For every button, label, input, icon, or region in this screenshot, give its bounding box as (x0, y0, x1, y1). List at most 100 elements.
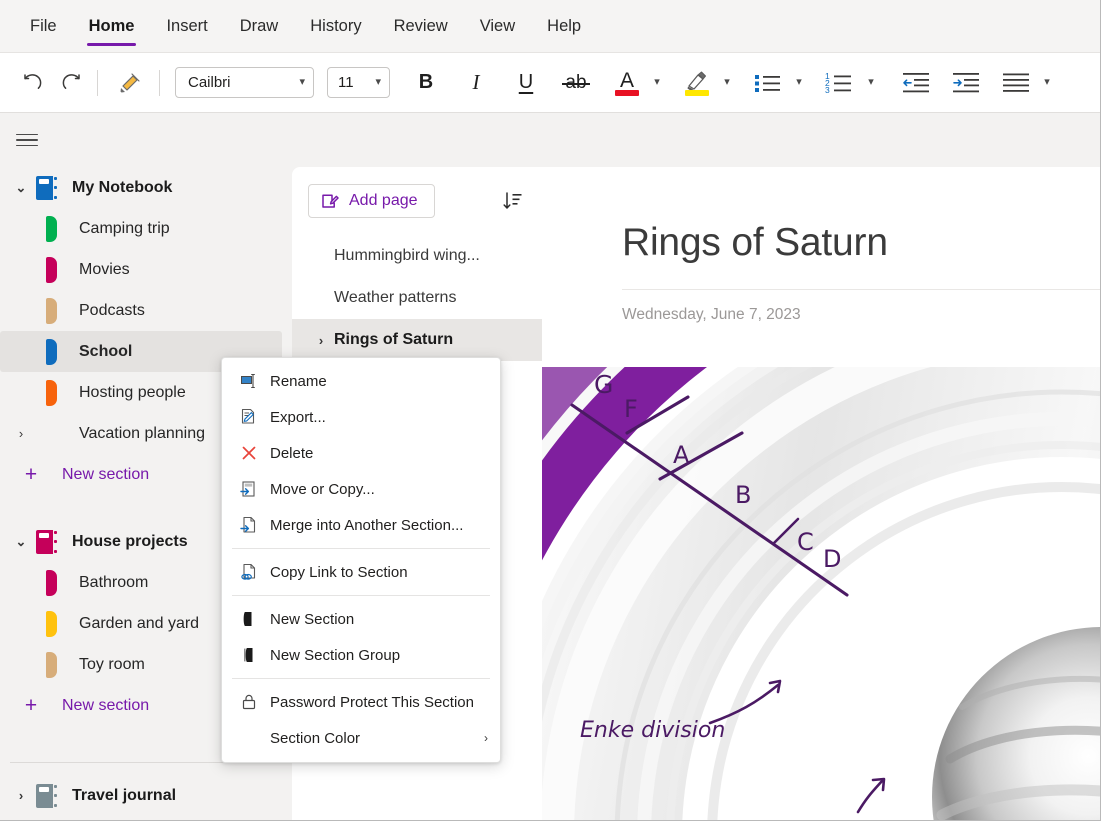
ring-label-D: D (823, 545, 841, 573)
sidebar-spacer (0, 763, 292, 775)
context-menu-item-section-color[interactable]: Section Color› (222, 720, 500, 756)
chevron-right-icon[interactable]: › (308, 334, 334, 347)
ribbon-tab-label: Help (547, 17, 581, 36)
ring-label-B: B (735, 481, 751, 509)
format-painter-button[interactable] (111, 65, 147, 101)
ribbon-tab-label: Insert (166, 17, 207, 36)
context-menu-item-delete[interactable]: Delete (222, 435, 500, 471)
twisty-spacer: › (8, 658, 34, 671)
notebook-icon (34, 174, 60, 202)
ribbon-tab-view[interactable]: View (464, 0, 531, 53)
align-button[interactable] (998, 65, 1034, 101)
context-menu-item-export[interactable]: Export... (222, 399, 500, 435)
ribbon-tab-draw[interactable]: Draw (224, 0, 295, 53)
sidebar-section-row[interactable]: ›Camping trip (0, 208, 292, 249)
ring-label-F: F (624, 395, 638, 423)
section-color-tab (46, 611, 57, 637)
chevron-down-icon[interactable]: ⌄ (8, 181, 34, 194)
add-page-button[interactable]: Add page (308, 184, 435, 218)
undo-button[interactable] (16, 65, 52, 101)
context-menu-item-move-or-copy[interactable]: Move or Copy... (222, 471, 500, 507)
ribbon-tab-history[interactable]: History (294, 0, 377, 53)
chevron-down-icon[interactable]: ⌄ (8, 535, 34, 548)
font-name-select[interactable]: Cailbri ▾ (175, 67, 314, 98)
increase-indent-button[interactable] (948, 65, 984, 101)
context-menu-item-label: Delete (270, 445, 313, 462)
context-menu-item-merge-into-another-section[interactable]: Merge into Another Section... (222, 507, 500, 543)
notebook-icon (34, 782, 60, 810)
page-list-item[interactable]: Weather patterns (292, 277, 542, 319)
highlight-swatch (685, 90, 709, 96)
section-label: Camping trip (79, 220, 170, 238)
ribbon-tab-insert[interactable]: Insert (150, 0, 223, 53)
strikethrough-button[interactable]: ab (554, 65, 598, 101)
font-size-select[interactable]: 11 ▾ (327, 67, 390, 98)
section-label: Bathroom (79, 574, 148, 592)
highlight-dropdown[interactable]: ▾ (714, 77, 740, 88)
page-title[interactable]: Rings of Saturn (622, 221, 888, 265)
font-color-dropdown[interactable]: ▾ (644, 77, 670, 88)
page-date: Wednesday, June 7, 2023 (622, 306, 801, 324)
font-name-value: Cailbri (188, 74, 231, 91)
page-list-item[interactable]: Hummingbird wing... (292, 235, 542, 277)
context-menu-item-rename[interactable]: Rename (222, 363, 500, 399)
context-menu-item-label: Rename (270, 373, 327, 390)
page-canvas: Rings of Saturn Wednesday, June 7, 2023 (542, 167, 1101, 821)
context-menu-separator (232, 595, 490, 596)
context-menu-item-label: Merge into Another Section... (270, 517, 463, 534)
ribbon-tab-home[interactable]: Home (73, 0, 151, 53)
sort-button[interactable] (498, 186, 528, 216)
chevron-right-icon[interactable]: › (8, 789, 34, 802)
ribbon-toolbar: Cailbri ▾ 11 ▾ B I U ab A ▾ (0, 53, 1101, 113)
new-section-label: New section (62, 466, 149, 484)
context-menu-item-password-protect-this-section[interactable]: Password Protect This Section (222, 684, 500, 720)
bullets-button[interactable] (750, 65, 786, 101)
page-list-item[interactable]: ›Rings of Saturn (292, 319, 542, 361)
ribbon-tab-review[interactable]: Review (378, 0, 464, 53)
saturn-rings-graphic: G F A B C D Enke division (542, 367, 1101, 821)
ring-label-C: C (797, 528, 814, 556)
underline-button[interactable]: U (504, 65, 548, 101)
context-menu-item-label: New Section (270, 611, 354, 628)
underline-label: U (519, 71, 533, 94)
ribbon-tab-help[interactable]: Help (531, 0, 597, 53)
numbering-dropdown[interactable]: ▾ (858, 77, 884, 88)
bullets-dropdown[interactable]: ▾ (786, 77, 812, 88)
sidebar-section-row[interactable]: ›Movies (0, 249, 292, 290)
notebook-name: My Notebook (72, 179, 172, 197)
context-menu-item-new-section-group[interactable]: New Section Group (222, 637, 500, 673)
page-list-item-label: Hummingbird wing... (334, 247, 480, 265)
delete-x-icon (236, 444, 262, 462)
decrease-indent-icon (900, 71, 932, 95)
redo-button[interactable] (52, 65, 88, 101)
new-section-icon (236, 610, 262, 628)
context-menu-item-label: Password Protect This Section (270, 694, 474, 711)
section-color-tab (46, 652, 57, 678)
sort-icon (502, 190, 524, 212)
decrease-indent-button[interactable] (898, 65, 934, 101)
plus-icon: + (18, 695, 44, 716)
font-size-value: 11 (338, 74, 354, 91)
context-menu-item-copy-link-to-section[interactable]: Copy Link to Section (222, 554, 500, 590)
notebook-row[interactable]: ⌄ My Notebook (0, 167, 292, 208)
new-section-label: New section (62, 697, 149, 715)
bold-button[interactable]: B (404, 65, 448, 101)
notebook-row[interactable]: ›Travel journal (0, 775, 292, 816)
context-menu-item-new-section[interactable]: New Section (222, 601, 500, 637)
hamburger-icon[interactable] (12, 125, 42, 155)
ring-label-G: G (594, 370, 613, 399)
chevron-right-icon: › (484, 731, 488, 745)
ribbon-tab-label: View (480, 17, 515, 36)
page-list: Hummingbird wing... Weather patterns›Ring… (292, 235, 542, 361)
font-color-button[interactable]: A (610, 66, 644, 100)
highlight-button[interactable] (680, 66, 714, 100)
italic-button[interactable]: I (454, 65, 498, 101)
chevron-right-icon[interactable]: › (8, 427, 34, 440)
svg-text:3: 3 (825, 85, 830, 95)
numbering-button[interactable]: 1 2 3 (822, 65, 858, 101)
add-page-label: Add page (349, 192, 418, 210)
ribbon-tab-file[interactable]: File (14, 0, 73, 53)
align-dropdown[interactable]: ▾ (1034, 77, 1060, 88)
align-icon (1001, 71, 1031, 95)
sidebar-section-row[interactable]: ›Podcasts (0, 290, 292, 331)
